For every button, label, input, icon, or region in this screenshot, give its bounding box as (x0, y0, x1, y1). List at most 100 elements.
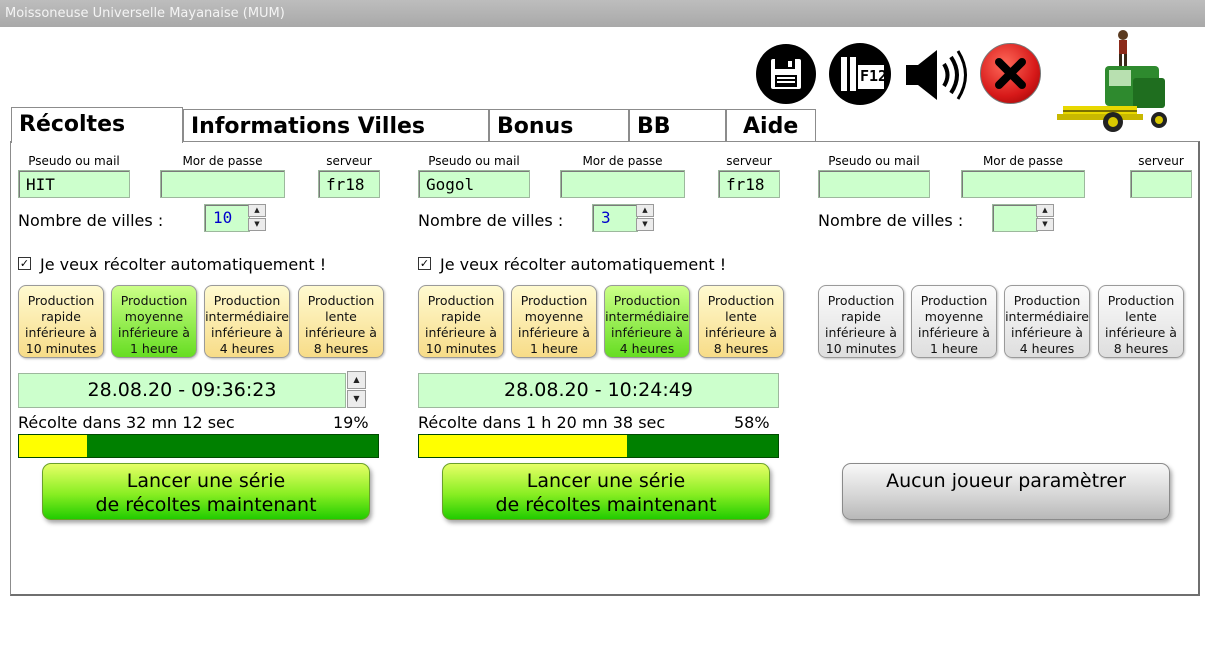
production-rapide-button[interactable]: Production rapide inférieure à 10 minute… (418, 285, 504, 358)
production-intermediaire-button[interactable]: Production intermédiaire inférieure à 4 … (204, 285, 290, 358)
production-moyenne-button[interactable]: Production moyenne inférieure à 1 heure (911, 285, 997, 358)
password-field[interactable] (160, 170, 285, 198)
datetime-up-button[interactable]: ▲ (347, 371, 366, 389)
next-harvest-datetime[interactable]: 28.08.20 - 09:36:23 (18, 373, 346, 408)
prod-line: inférieure à (25, 325, 97, 340)
auto-harvest-label: Je veux récolter automatiquement ! (40, 255, 327, 274)
title-bar: Moissoneuse Universelle Mayanaise (MUM) (0, 0, 1205, 28)
pseudo-label: Pseudo ou mail (28, 154, 120, 168)
prod-line: Production (1107, 293, 1175, 308)
auto-harvest-label: Je veux récolter automatiquement ! (440, 255, 727, 274)
nb-villes-value[interactable]: 3 (592, 204, 638, 232)
combine-harvester-icon (1057, 30, 1167, 132)
prod-line: 8 heures (1113, 341, 1169, 356)
prod-line: Production (307, 293, 375, 308)
server-field[interactable]: fr18 (718, 170, 780, 198)
harvest-progress-bar (18, 434, 379, 458)
server-field[interactable]: fr18 (318, 170, 380, 198)
nb-villes-spinner[interactable]: 10 ▲ ▼ (204, 204, 266, 232)
server-field[interactable] (1130, 170, 1192, 198)
prod-line: 4 heures (619, 341, 675, 356)
pause-f12-button[interactable]: F12 (829, 43, 891, 105)
prod-line: inférieure à (305, 325, 377, 340)
no-player-button[interactable]: Aucun joueur paramètrer (842, 463, 1170, 520)
datetime-down-button[interactable]: ▼ (347, 390, 366, 408)
production-moyenne-button[interactable]: Production moyenne inférieure à 1 heure (511, 285, 597, 358)
pseudo-label: Pseudo ou mail (828, 154, 920, 168)
tab-bonus[interactable]: Bonus (489, 109, 629, 143)
spin-up-button[interactable]: ▲ (636, 204, 654, 217)
pseudo-field[interactable]: Gogol (418, 170, 530, 198)
production-rapide-button[interactable]: Production rapide inférieure à 10 minute… (818, 285, 904, 358)
harvest-countdown: Récolte dans 1 h 20 mn 38 sec (418, 413, 666, 432)
launch-harvest-button[interactable]: Lancer une série de récoltes maintenant (42, 463, 370, 520)
production-intermediaire-button[interactable]: Production intermédiaire inférieure à 4 … (604, 285, 690, 358)
progress-fill (19, 435, 88, 457)
prod-line: Production (920, 293, 988, 308)
next-harvest-datetime[interactable]: 28.08.20 - 10:24:49 (418, 373, 779, 408)
spin-down-button[interactable]: ▼ (636, 218, 654, 231)
production-lente-button[interactable]: Production lente inférieure à 8 heures (1098, 285, 1184, 358)
window-title: Moissoneuse Universelle Mayanaise (MUM) (5, 6, 285, 21)
nb-villes-spinner[interactable]: 3 ▲ ▼ (592, 204, 654, 232)
password-field[interactable] (961, 170, 1085, 198)
auto-harvest-checkbox[interactable]: ✓ (418, 257, 431, 270)
prod-line: inférieure à (1105, 325, 1177, 340)
prod-line: 1 heure (529, 341, 579, 356)
prod-line: Production (427, 293, 495, 308)
prod-line: intermédiaire (1005, 309, 1089, 324)
prod-line: inférieure à (118, 325, 190, 340)
harvest-progress-bar (418, 434, 779, 458)
nb-villes-value[interactable]: 10 (204, 204, 250, 232)
close-button[interactable] (980, 43, 1041, 104)
password-field[interactable] (560, 170, 685, 198)
spin-up-button[interactable]: ▲ (248, 204, 266, 217)
tab-recoltes[interactable]: Récoltes (11, 107, 183, 143)
prod-line: inférieure à (825, 325, 897, 340)
server-label: serveur (326, 154, 372, 168)
prod-line: Production (1013, 293, 1081, 308)
datetime-spinner[interactable]: ▲ ▼ (347, 371, 366, 408)
prod-line: Production (707, 293, 775, 308)
speaker-icon (906, 50, 967, 100)
prod-line: inférieure à (918, 325, 990, 340)
nb-villes-label: Nombre de villes : (418, 211, 564, 230)
prod-line: moyenne (924, 309, 984, 324)
sound-button[interactable] (903, 44, 969, 106)
prod-line: Production (27, 293, 95, 308)
prod-line: moyenne (524, 309, 584, 324)
prod-line: inférieure à (211, 325, 283, 340)
prod-line: 8 heures (713, 341, 769, 356)
prod-line: intermédiaire (605, 309, 689, 324)
tab-aide[interactable]: Aide (726, 109, 816, 143)
prod-line: 4 heures (1019, 341, 1075, 356)
launch-harvest-button[interactable]: Lancer une série de récoltes maintenant (442, 463, 770, 520)
prod-line: Production (520, 293, 588, 308)
production-intermediaire-button[interactable]: Production intermédiaire inférieure à 4 … (1004, 285, 1090, 358)
progress-fill (419, 435, 628, 457)
pseudo-field[interactable] (818, 170, 930, 198)
spin-down-button[interactable]: ▼ (1036, 218, 1054, 231)
tab-informations-villes-label: Informations Villes (191, 114, 426, 139)
tab-bb[interactable]: BB (629, 109, 726, 143)
prod-line: 8 heures (313, 341, 369, 356)
save-button[interactable] (756, 44, 816, 104)
nb-villes-value[interactable] (992, 204, 1038, 232)
spin-up-button[interactable]: ▲ (1036, 204, 1054, 217)
production-moyenne-button[interactable]: Production moyenne inférieure à 1 heure (111, 285, 197, 358)
tab-informations-villes[interactable]: Informations Villes (183, 109, 489, 143)
tab-aide-label: Aide (743, 114, 799, 139)
spin-down-button[interactable]: ▼ (248, 218, 266, 231)
production-rapide-button[interactable]: Production rapide inférieure à 10 minute… (18, 285, 104, 358)
prod-line: inférieure à (611, 325, 683, 340)
prod-line: moyenne (124, 309, 184, 324)
prod-line: rapide (441, 309, 481, 324)
tab-bonus-label: Bonus (497, 114, 574, 139)
auto-harvest-checkbox[interactable]: ✓ (18, 257, 31, 270)
pseudo-field[interactable]: HIT (18, 170, 130, 198)
prod-line: rapide (41, 309, 81, 324)
prod-line: inférieure à (1011, 325, 1083, 340)
nb-villes-spinner[interactable]: ▲ ▼ (992, 204, 1054, 232)
production-lente-button[interactable]: Production lente inférieure à 8 heures (298, 285, 384, 358)
production-lente-button[interactable]: Production lente inférieure à 8 heures (698, 285, 784, 358)
